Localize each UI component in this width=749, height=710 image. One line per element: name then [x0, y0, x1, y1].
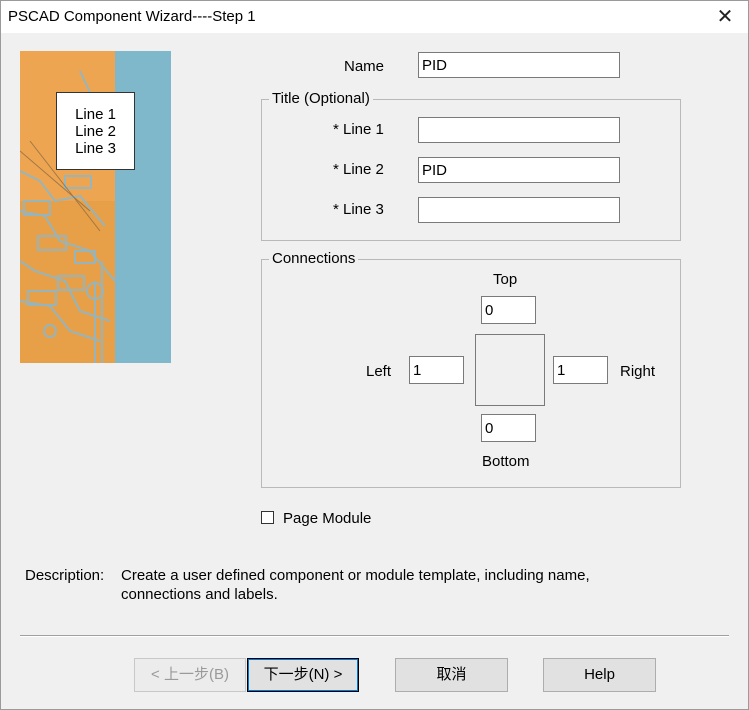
title-line-1-input[interactable]: [418, 117, 620, 143]
next-button[interactable]: 下一步(N) >: [247, 658, 359, 692]
window-title: PSCAD Component Wizard----Step 1: [8, 8, 256, 25]
page-module-checkbox[interactable]: [261, 511, 274, 524]
back-button[interactable]: < 上一步(B): [134, 658, 246, 692]
name-input[interactable]: [418, 52, 620, 78]
connections-group-legend: Connections: [269, 250, 359, 267]
description-label: Description:: [25, 567, 105, 584]
right-label: Right: [620, 363, 656, 380]
component-shape-preview: [475, 334, 545, 406]
connections-group: Connections: [261, 250, 681, 488]
left-label: Left: [366, 363, 392, 380]
title-line-2-input[interactable]: [418, 157, 620, 183]
page-module-label[interactable]: Page Module: [283, 510, 371, 527]
title-line-3-label: * Line 3: [333, 201, 384, 218]
preview-line-1: Line 1: [75, 106, 116, 123]
name-label: Name: [344, 58, 385, 75]
title-bar: PSCAD Component Wizard----Step 1 ✕: [1, 1, 748, 33]
right-connections-input[interactable]: [553, 356, 608, 384]
wizard-window: PSCAD Component Wizard----Step 1 ✕ Line …: [0, 0, 749, 710]
cancel-button[interactable]: 取消: [395, 658, 508, 692]
help-button[interactable]: Help: [543, 658, 656, 692]
title-line-3-input[interactable]: [418, 197, 620, 223]
left-connections-input[interactable]: [409, 356, 464, 384]
preview-line-2: Line 2: [75, 123, 116, 140]
preview-label-box: Line 1 Line 2 Line 3: [56, 92, 135, 170]
description-text-line-1: Create a user defined component or modul…: [121, 567, 590, 584]
wizard-illustration: Line 1 Line 2 Line 3: [20, 51, 171, 363]
title-line-2-label: * Line 2: [333, 161, 384, 178]
top-connections-input[interactable]: [481, 296, 536, 324]
description-text-line-2: connections and labels.: [121, 586, 278, 603]
button-separator: [20, 635, 729, 637]
bottom-connections-input[interactable]: [481, 414, 536, 442]
bottom-label: Bottom: [482, 453, 530, 470]
preview-line-3: Line 3: [75, 140, 116, 157]
top-label: Top: [493, 271, 518, 288]
title-line-1-label: * Line 1: [333, 121, 384, 138]
title-group-legend: Title (Optional): [269, 90, 373, 107]
close-icon[interactable]: ✕: [702, 1, 748, 33]
